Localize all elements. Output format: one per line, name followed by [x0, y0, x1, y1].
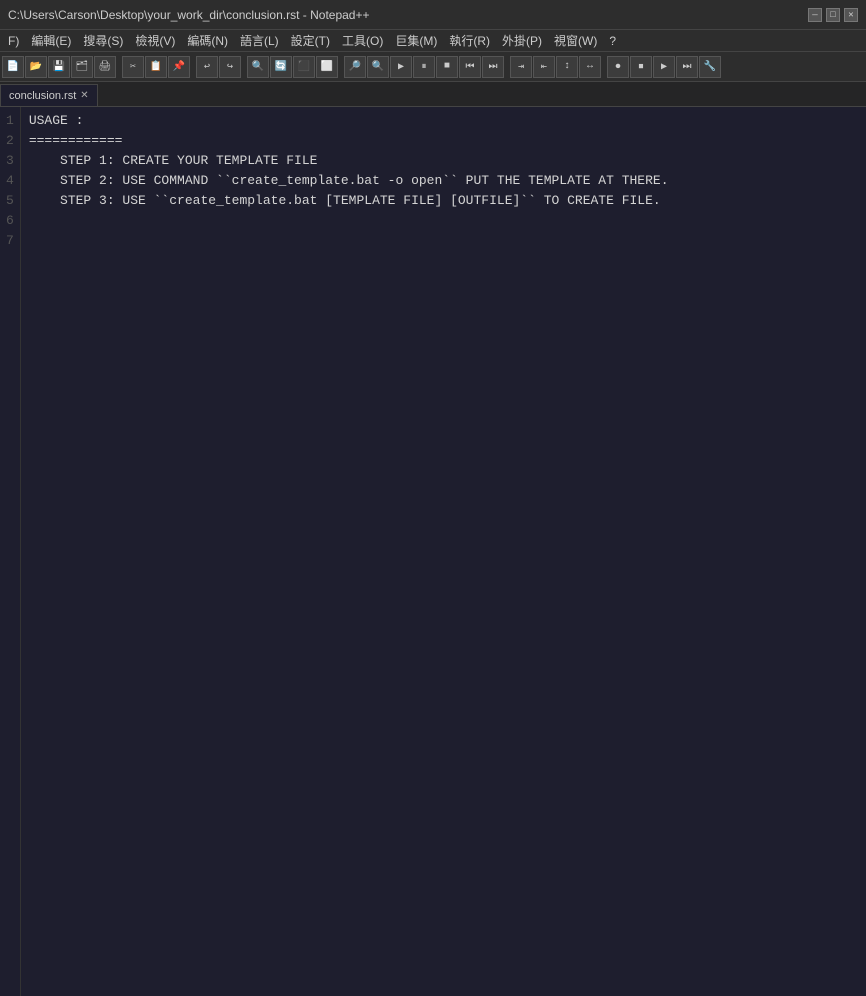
editor-area: 1 2 3 4 5 6 7 USAGE : ============ STEP … — [0, 107, 866, 996]
file-tab[interactable]: conclusion.rst ✕ — [0, 84, 98, 106]
line-number-7: 7 — [6, 231, 14, 251]
toolbar: 📄 📂 💾 🗂 🖨 ✂ 📋 📌 ↩ ↪ 🔍 🔄 ⬛ ⬜ 🔎 🔍 ▶ ⏸ ■ ⏮ … — [0, 52, 866, 82]
menu-plugins[interactable]: 外掛(P) — [496, 30, 548, 51]
maximize-button[interactable]: □ — [826, 8, 840, 22]
tab-bar: conclusion.rst ✕ — [0, 82, 866, 107]
code-line-1: USAGE : — [29, 113, 84, 128]
window-controls: — □ ✕ — [808, 8, 858, 22]
line-number-4: 4 — [6, 171, 14, 191]
menu-search[interactable]: 搜尋(S) — [77, 30, 129, 51]
line-number-2: 2 — [6, 131, 14, 151]
toolbar-paste[interactable]: 📌 — [168, 56, 190, 78]
toolbar-zoom-out[interactable]: 🔍 — [367, 56, 389, 78]
toolbar-copy[interactable]: 📋 — [145, 56, 167, 78]
toolbar-unindent[interactable]: ⇤ — [533, 56, 555, 78]
line-numbers: 1 2 3 4 5 6 7 — [0, 107, 21, 996]
menu-window[interactable]: 視窗(W) — [548, 30, 603, 51]
toolbar-macro3[interactable]: ▶ — [653, 56, 675, 78]
window-title: C:\Users\Carson\Desktop\your_work_dir\co… — [8, 8, 370, 22]
menu-help[interactable]: ? — [603, 32, 622, 50]
toolbar-b5[interactable]: ■ — [436, 56, 458, 78]
toolbar-redo[interactable]: ↪ — [219, 56, 241, 78]
line-number-3: 3 — [6, 151, 14, 171]
code-editor[interactable]: USAGE : ============ STEP 1: CREATE YOUR… — [21, 107, 866, 996]
tab-close-button[interactable]: ✕ — [80, 90, 88, 101]
minimize-button[interactable]: — — [808, 8, 822, 22]
menu-tools[interactable]: 工具(O) — [336, 30, 389, 51]
menu-language[interactable]: 語言(L) — [234, 30, 285, 51]
menu-file[interactable]: F) — [2, 32, 25, 50]
toolbar-b1[interactable]: ⬛ — [293, 56, 315, 78]
toolbar-zoom-in[interactable]: 🔎 — [344, 56, 366, 78]
toolbar-find[interactable]: 🔍 — [247, 56, 269, 78]
toolbar-indent[interactable]: ⇥ — [510, 56, 532, 78]
menu-encoding[interactable]: 編碼(N) — [181, 30, 234, 51]
menu-edit[interactable]: 編輯(E) — [25, 30, 77, 51]
toolbar-macro2[interactable]: ⏹ — [630, 56, 652, 78]
tab-label: conclusion.rst — [9, 90, 76, 102]
menu-settings[interactable]: 設定(T) — [285, 30, 336, 51]
toolbar-macro1[interactable]: ⏺ — [607, 56, 629, 78]
toolbar-save-all[interactable]: 🗂 — [71, 56, 93, 78]
toolbar-b6[interactable]: ⏮ — [459, 56, 481, 78]
toolbar-undo[interactable]: ↩ — [196, 56, 218, 78]
toolbar-b7[interactable]: ⏭ — [482, 56, 504, 78]
toolbar-open[interactable]: 📂 — [25, 56, 47, 78]
toolbar-cut[interactable]: ✂ — [122, 56, 144, 78]
menu-run[interactable]: 執行(R) — [443, 30, 496, 51]
code-line-5: STEP 3: USE ``create_template.bat [TEMPL… — [29, 193, 661, 208]
menu-view[interactable]: 檢視(V) — [129, 30, 181, 51]
code-line-2: ============ — [29, 133, 123, 148]
menu-macro[interactable]: 巨集(M) — [389, 30, 443, 51]
code-line-3: STEP 1: CREATE YOUR TEMPLATE FILE — [29, 153, 318, 168]
toolbar-b4[interactable]: ⏸ — [413, 56, 435, 78]
line-number-5: 5 — [6, 191, 14, 211]
menu-bar: F) 編輯(E) 搜尋(S) 檢視(V) 編碼(N) 語言(L) 設定(T) 工… — [0, 30, 866, 52]
toolbar-b10[interactable]: 🔧 — [699, 56, 721, 78]
toolbar-b3[interactable]: ▶ — [390, 56, 412, 78]
code-line-4: STEP 2: USE COMMAND ``create_template.ba… — [29, 173, 669, 188]
toolbar-replace[interactable]: 🔄 — [270, 56, 292, 78]
toolbar-macro4[interactable]: ⏭ — [676, 56, 698, 78]
toolbar-b2[interactable]: ⬜ — [316, 56, 338, 78]
title-bar: C:\Users\Carson\Desktop\your_work_dir\co… — [0, 0, 866, 30]
toolbar-b8[interactable]: ↕ — [556, 56, 578, 78]
toolbar-save[interactable]: 💾 — [48, 56, 70, 78]
close-button[interactable]: ✕ — [844, 8, 858, 22]
line-number-6: 6 — [6, 211, 14, 231]
toolbar-new[interactable]: 📄 — [2, 56, 24, 78]
toolbar-print[interactable]: 🖨 — [94, 56, 116, 78]
line-number-1: 1 — [6, 111, 14, 131]
toolbar-b9[interactable]: ↔ — [579, 56, 601, 78]
